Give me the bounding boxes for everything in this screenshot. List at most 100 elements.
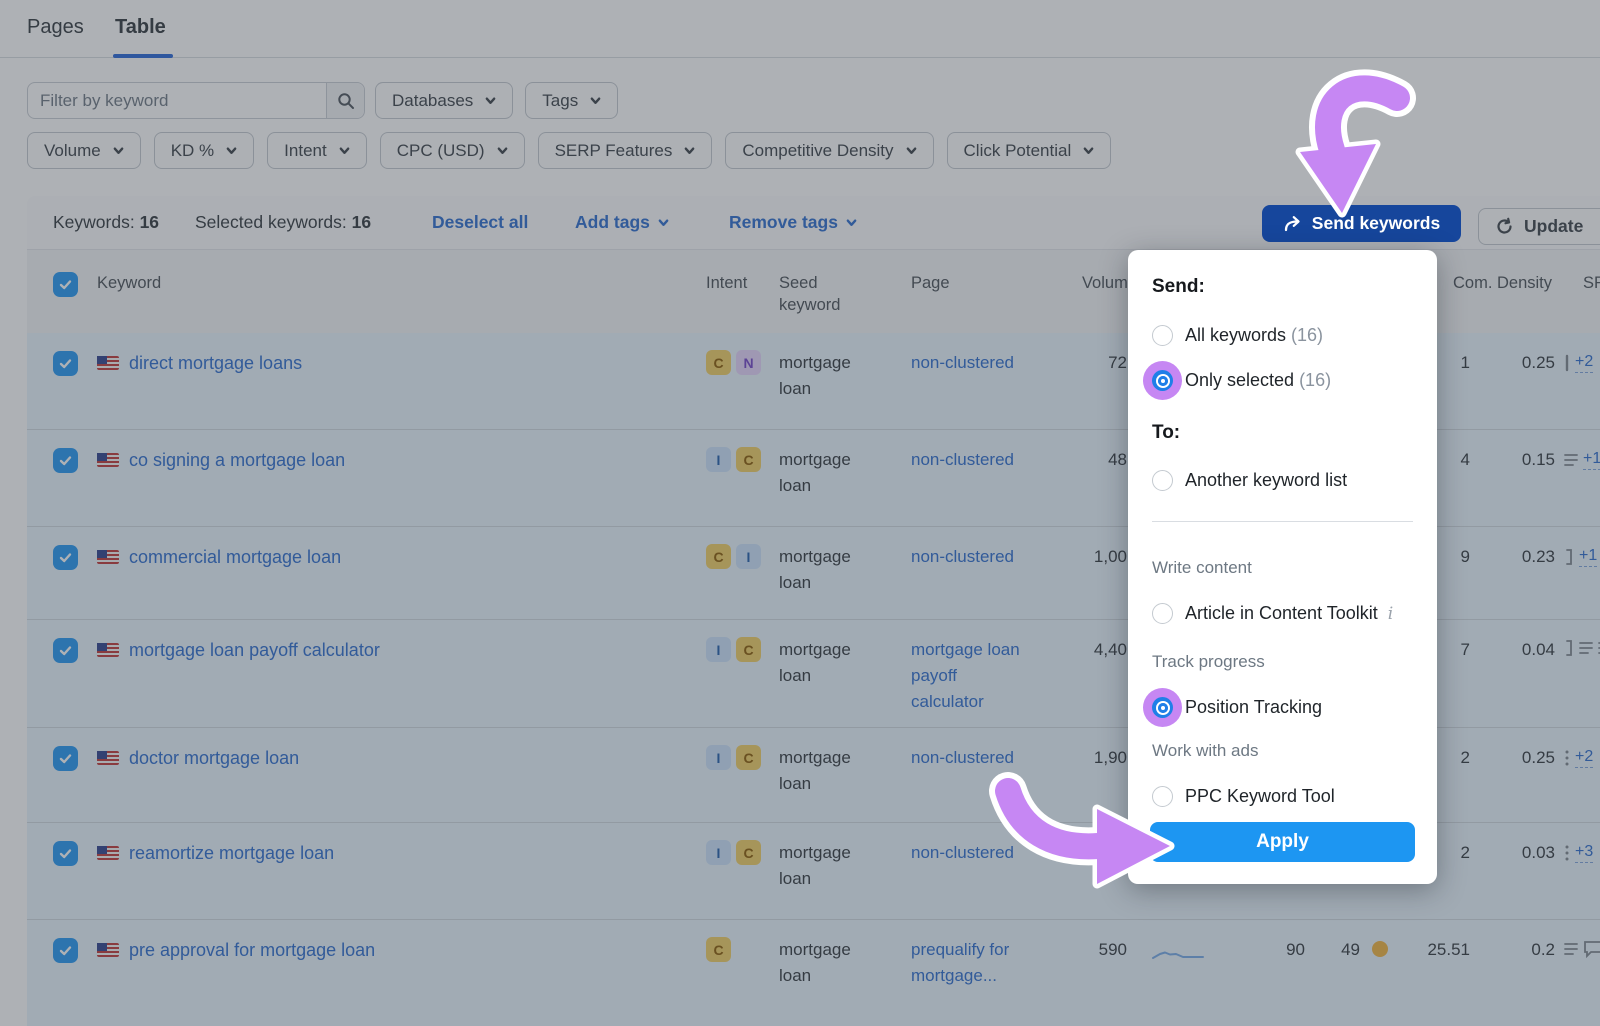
serp-features-more-link[interactable]: +2 [1575,352,1593,373]
keyword-link[interactable]: commercial mortgage loan [129,544,341,570]
serp-feature-icon [1564,548,1574,566]
check-icon [58,846,73,861]
chevron-down-icon [906,145,917,156]
keyword-link[interactable]: direct mortgage loans [129,350,302,376]
us-flag-icon [97,846,119,860]
intent-cell: IC [706,840,761,865]
keyword-filter-field [27,82,365,119]
keyword-link[interactable]: reamortize mortgage loan [129,840,334,866]
com-density-cell: 0.25 [1480,745,1555,771]
us-flag-icon [97,751,119,765]
page-link[interactable]: non-clustered [911,353,1014,372]
popup-divider [1152,521,1413,522]
intent-badge-i: I [706,745,731,770]
filter-chip-click-potential[interactable]: Click Potential [947,132,1112,169]
seed-keyword-cell: mortgage loan [779,745,874,797]
radio-selected[interactable] [1152,697,1173,718]
page-link[interactable]: prequalify for mortgage... [911,940,1009,985]
filter-chip-serp-features[interactable]: SERP Features [538,132,713,169]
popup-section-title: Write content [1152,558,1252,578]
row-checkbox[interactable] [53,448,78,473]
radio-selected[interactable] [1152,370,1173,391]
send-keywords-popup: Send: To: Apply All keywords (16)Only se… [1128,250,1437,884]
page-link[interactable]: non-clustered [911,450,1014,469]
volume-cell: 1,90 [1010,745,1127,771]
row-checkbox[interactable] [53,351,78,376]
col-header-page[interactable]: Page [911,272,950,294]
radio-unselected[interactable] [1152,325,1173,346]
filter-chip-volume[interactable]: Volume [27,132,141,169]
keyword-link[interactable]: doctor mortgage loan [129,745,299,771]
keyword-link[interactable]: pre approval for mortgage loan [129,937,375,963]
page-link[interactable]: non-clustered [911,748,1014,767]
filter-chip-databases[interactable]: Databases [375,82,513,119]
popup-to-heading: To: [1152,422,1180,444]
page-cell: non-clustered [911,544,1023,570]
radio-label: Another keyword list [1185,470,1347,491]
check-icon [58,550,73,565]
info-icon[interactable]: i [1388,604,1393,624]
radio-unselected[interactable] [1152,786,1173,807]
radio-option-all-keywords[interactable]: All keywords (16) [1152,325,1323,346]
remove-tags-dropdown[interactable]: Remove tags [729,212,857,233]
keywords-count: Keywords: 16 [53,212,159,233]
row-checkbox[interactable] [53,545,78,570]
radio-option-article-in-content-toolkit[interactable]: Article in Content Toolkiti [1152,603,1393,624]
chevron-down-icon [590,95,601,106]
serp-features-cell [1564,939,1600,958]
us-flag-icon [97,356,119,370]
filter-chip-kd-[interactable]: KD % [154,132,254,169]
update-button[interactable]: Update [1478,208,1600,245]
col-header-keyword[interactable]: Keyword [97,272,161,294]
page-link[interactable]: non-clustered [911,843,1014,862]
select-all-checkbox[interactable] [53,272,78,297]
filter-chip-intent[interactable]: Intent [267,132,367,169]
keyword-link[interactable]: co signing a mortgage loan [129,447,345,473]
page-cell: non-clustered [911,350,1023,376]
page-link[interactable]: non-clustered [911,547,1014,566]
serp-features-more-link[interactable]: +1 [1583,449,1600,470]
active-tab-underline [113,54,173,58]
col-header-seed-keyword[interactable]: Seed keyword [779,272,874,316]
search-button[interactable] [326,83,364,118]
row-checkbox[interactable] [53,746,78,771]
serp-features-cell: +3 [1564,842,1600,863]
filter-chip-tags[interactable]: Tags [525,82,618,119]
keyword-filter-input[interactable] [28,91,326,111]
top-tab-bar: Pages Table [0,0,1600,58]
intent-cell: IC [706,447,761,472]
row-checkbox[interactable] [53,938,78,963]
col-header-com-density[interactable]: Com. Density [1450,272,1555,294]
page-link[interactable]: mortgage loan payoff calculator [911,640,1020,711]
filter-row-2: Volume KD % Intent CPC (USD) SERP Features Co… [27,132,1111,169]
col-header-intent[interactable]: Intent [706,272,747,294]
radio-option-ppc-keyword-tool[interactable]: PPC Keyword Tool [1152,786,1335,807]
intent-badge-c: C [736,637,761,662]
row-checkbox[interactable] [53,841,78,866]
radio-option-only-selected[interactable]: Only selected (16) [1152,370,1331,391]
radio-option-another-keyword-list[interactable]: Another keyword list [1152,470,1347,491]
chevron-down-icon [339,145,350,156]
radio-option-position-tracking[interactable]: Position Tracking [1152,697,1322,718]
volume-cell: 1,0 [1010,840,1127,866]
tab-table[interactable]: Table [115,16,166,39]
filter-chip-cpc-usd-[interactable]: CPC (USD) [380,132,525,169]
send-keywords-button[interactable]: Send keywords [1262,205,1461,242]
serp-features-more-link[interactable]: +1 [1579,546,1597,567]
col-header-sf[interactable]: SF [1583,272,1600,294]
filter-row-1: Databases Tags [375,82,618,119]
chevron-down-icon [497,145,508,156]
serp-features-more-link[interactable]: +2 [1575,747,1593,768]
apply-button[interactable]: Apply [1150,822,1415,862]
filter-chip-competitive-density[interactable]: Competitive Density [725,132,933,169]
col-header-volume[interactable]: Volume [1010,272,1137,294]
radio-unselected[interactable] [1152,470,1173,491]
serp-features-more-link[interactable]: +3 [1575,842,1593,863]
tab-pages[interactable]: Pages [27,16,84,39]
radio-unselected[interactable] [1152,603,1173,624]
page-cell: mortgage loan payoff calculator [911,637,1023,715]
add-tags-dropdown[interactable]: Add tags [575,212,669,233]
keyword-link[interactable]: mortgage loan payoff calculator [129,637,380,663]
deselect-all-link[interactable]: Deselect all [432,212,528,233]
row-checkbox[interactable] [53,638,78,663]
